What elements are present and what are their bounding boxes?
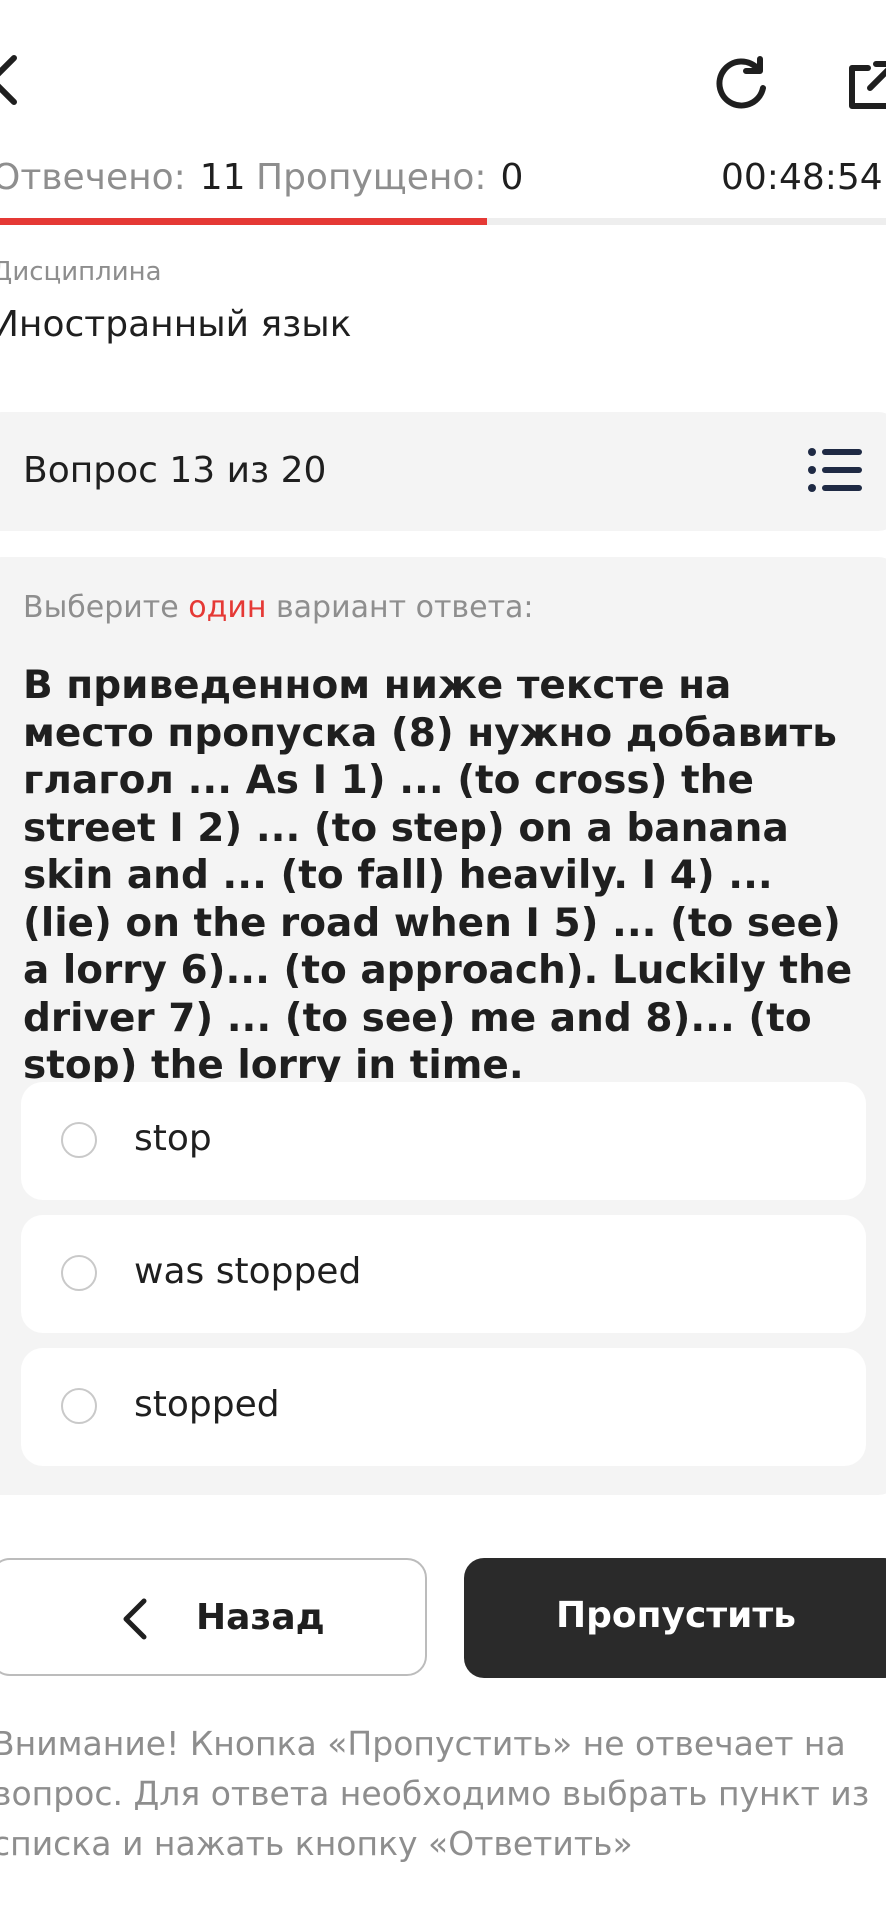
- timer: 00:48:54: [721, 157, 883, 198]
- warning-notice: Внимание! Кнопка «Пропустить» не отвечае…: [0, 1724, 870, 1863]
- instruction: Выберите один вариант ответа:: [23, 590, 534, 625]
- instruction-suffix: вариант ответа:: [266, 590, 534, 625]
- external-link-icon[interactable]: [844, 58, 886, 114]
- discipline-label: Дисциплина: [0, 257, 162, 287]
- question-number: Вопрос 13 из 20: [23, 450, 327, 491]
- skip-button-label: Пропустить: [555, 1595, 797, 1636]
- discipline-value: Иностранный язык: [0, 304, 352, 345]
- radio-button[interactable]: [61, 1122, 97, 1158]
- answered-value: 11: [199, 157, 246, 198]
- chevron-left-icon: [123, 1598, 147, 1640]
- instruction-accent: один: [188, 590, 267, 625]
- back-button[interactable]: Назад: [0, 1558, 427, 1676]
- refresh-icon[interactable]: [712, 55, 770, 113]
- answer-option[interactable]: was stopped: [21, 1215, 866, 1333]
- back-button-label: Назад: [196, 1597, 325, 1638]
- answered-label: Отвечено:: [0, 157, 186, 198]
- progress-fill: [0, 218, 488, 225]
- option-label: stop: [134, 1118, 212, 1159]
- progress-bar: [0, 218, 886, 225]
- option-label: was stopped: [134, 1251, 362, 1292]
- radio-button[interactable]: [61, 1255, 97, 1291]
- skipped-counter: Пропущено: 0: [256, 157, 523, 198]
- question-text: В приведенном ниже тексте на место пропу…: [23, 663, 853, 1088]
- answered-counter: Отвечено: 11: [0, 157, 246, 198]
- chevron-left-icon[interactable]: [0, 54, 22, 106]
- skip-button[interactable]: Пропустить: [464, 1558, 886, 1678]
- list-icon[interactable]: [808, 448, 862, 492]
- answer-option[interactable]: stopped: [21, 1348, 866, 1466]
- answer-option[interactable]: stop: [21, 1082, 866, 1200]
- option-label: stopped: [134, 1384, 280, 1425]
- instruction-prefix: Выберите: [23, 590, 189, 625]
- skipped-value: 0: [500, 157, 524, 198]
- radio-button[interactable]: [61, 1388, 97, 1424]
- skipped-label: Пропущено:: [256, 157, 487, 198]
